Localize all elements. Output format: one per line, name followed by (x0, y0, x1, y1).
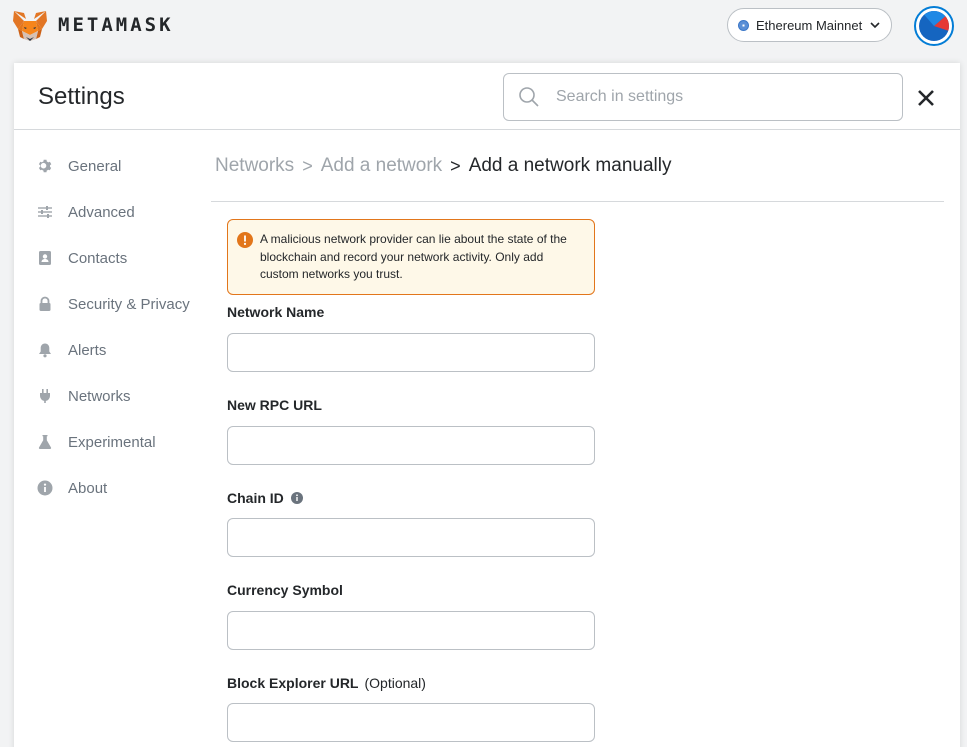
sidebar-item-label: Contacts (68, 249, 128, 267)
bell-icon (36, 341, 54, 359)
flask-icon (36, 433, 54, 451)
settings-panel: Settings General Advanced (14, 63, 960, 747)
sidebar-item-advanced[interactable]: Advanced (36, 189, 206, 235)
breadcrumb-current: Add a network manually (468, 155, 672, 176)
block-explorer-label: Block Explorer URL (227, 675, 359, 691)
block-explorer-input[interactable] (227, 703, 595, 742)
sidebar-item-general[interactable]: General (36, 143, 206, 189)
chain-id-input[interactable] (227, 518, 595, 557)
account-avatar[interactable] (914, 6, 954, 46)
sidebar-item-label: Advanced (68, 203, 135, 221)
plug-icon (36, 387, 54, 405)
breadcrumb-networks[interactable]: Networks (215, 155, 294, 177)
sidebar-item-about[interactable]: About (36, 465, 206, 511)
sidebar-item-label: About (68, 479, 108, 497)
sidebar-item-label: General (68, 157, 122, 175)
divider (211, 201, 944, 202)
info-icon[interactable] (290, 492, 303, 504)
close-icon[interactable] (916, 88, 936, 108)
settings-header: Settings (14, 63, 960, 130)
warning-banner: A malicious network provider can lie abo… (227, 219, 595, 295)
sidebar-item-security[interactable]: Security & Privacy (36, 281, 206, 327)
lock-icon (36, 295, 54, 313)
warning-icon (237, 232, 253, 248)
sidebar-item-label: Security & Privacy (68, 295, 190, 313)
optional-tag: (Optional) (364, 675, 426, 691)
breadcrumb-separator: > (450, 155, 461, 176)
sidebar-item-label: Alerts (68, 341, 107, 359)
block-explorer-label-row: Block Explorer URL (Optional) (227, 675, 426, 691)
sidebar-item-contacts[interactable]: Contacts (36, 235, 206, 281)
page-title: Settings (38, 83, 125, 110)
sidebar-item-networks[interactable]: Networks (36, 373, 206, 419)
warning-text: A malicious network provider can lie abo… (260, 232, 567, 281)
currency-symbol-input[interactable] (227, 611, 595, 650)
address-book-icon (36, 249, 54, 267)
settings-search[interactable] (503, 73, 903, 121)
settings-sidebar: General Advanced Contacts Security & Pri… (36, 143, 206, 511)
sliders-icon (36, 203, 54, 221)
sidebar-item-experimental[interactable]: Experimental (36, 419, 206, 465)
gear-icon (36, 157, 54, 175)
identicon (919, 11, 949, 41)
ethereum-network-icon (738, 19, 749, 31)
network-label: Ethereum Mainnet (756, 17, 863, 33)
breadcrumb: Networks > Add a network > Add a network… (215, 155, 671, 177)
currency-symbol-label: Currency Symbol (227, 582, 343, 598)
chain-id-label: Chain ID (227, 490, 284, 506)
sidebar-item-label: Experimental (68, 433, 156, 451)
info-icon (36, 479, 54, 497)
metamask-wordmark: METAMASK (58, 14, 174, 36)
rpc-url-input[interactable] (227, 426, 595, 465)
chevron-down-icon (870, 22, 880, 29)
rpc-url-label: New RPC URL (227, 397, 322, 413)
network-name-label: Network Name (227, 304, 325, 320)
metamask-fox-logo[interactable] (12, 9, 48, 43)
breadcrumb-separator: > (302, 155, 313, 176)
search-input[interactable] (556, 88, 856, 106)
search-icon (519, 87, 539, 107)
app-header: METAMASK Ethereum Mainnet (0, 0, 967, 52)
sidebar-item-alerts[interactable]: Alerts (36, 327, 206, 373)
chain-id-label-row: Chain ID (227, 490, 303, 506)
sidebar-item-label: Networks (68, 387, 131, 405)
network-selector[interactable]: Ethereum Mainnet (727, 8, 892, 42)
network-name-input[interactable] (227, 333, 595, 372)
breadcrumb-add-network[interactable]: Add a network (321, 155, 442, 177)
